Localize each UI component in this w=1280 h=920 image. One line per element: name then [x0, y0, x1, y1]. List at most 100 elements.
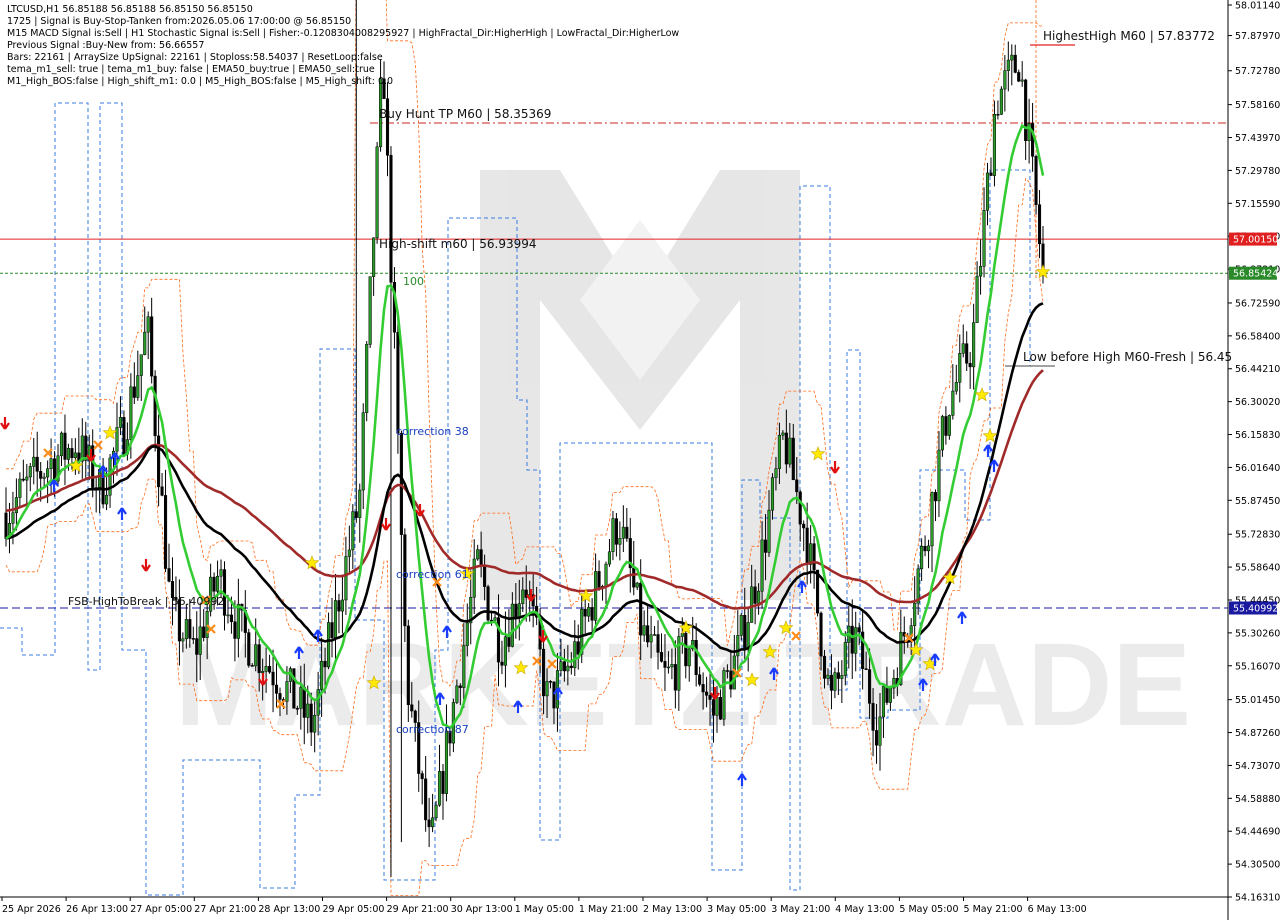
candle-body: [63, 432, 67, 460]
candle-body: [181, 638, 185, 642]
candle-body: [35, 456, 39, 472]
candle-body: [757, 590, 761, 604]
x-tick-label: 2 May 13:00: [643, 904, 702, 915]
candle-body: [590, 607, 594, 621]
candle-body: [274, 684, 279, 694]
candle-body: [396, 331, 400, 434]
candle-body: [548, 681, 553, 683]
candle-body: [233, 621, 237, 639]
candle-body: [958, 353, 962, 383]
candle-body: [472, 558, 476, 598]
candle-body: [212, 576, 216, 592]
candle-body: [562, 661, 566, 672]
candle-body: [850, 625, 854, 654]
candle-body: [153, 375, 157, 437]
candle-body: [354, 511, 358, 518]
candle-body: [625, 526, 629, 539]
candle-body: [372, 237, 376, 277]
candle-body: [614, 518, 618, 545]
candle-body: [812, 543, 816, 571]
candle-body: [961, 343, 965, 354]
candle-body: [857, 627, 861, 633]
candle-body: [635, 582, 639, 588]
candle-body: [718, 697, 723, 720]
correction-87-label: correction 87: [396, 723, 469, 736]
y-tick-label: 55.16070: [1235, 661, 1280, 672]
candle-body: [340, 599, 344, 612]
candle-body: [736, 635, 740, 657]
y-tick-label: 56.30020: [1235, 397, 1280, 408]
candle-body: [739, 614, 743, 636]
candle-body: [1013, 54, 1017, 73]
candle-body: [653, 634, 657, 636]
candle-body: [129, 386, 133, 440]
candle-body: [1034, 156, 1038, 205]
candle-body: [139, 354, 143, 376]
candle-body: [791, 437, 795, 481]
candle-body: [573, 641, 577, 669]
candle-body: [673, 664, 677, 691]
candle-body: [542, 648, 546, 697]
candle-body: [975, 275, 979, 323]
candle-body: [670, 664, 674, 668]
x-tick-label: 29 Apr 21:00: [387, 904, 449, 915]
buy-hunt-tp-label: Buy Hunt TP M60 | 58.35369: [379, 107, 551, 121]
candle-body: [146, 316, 150, 333]
candle-body: [722, 670, 726, 720]
y-tick-label: 56.72590: [1235, 298, 1280, 309]
y-tick-label: 55.58640: [1235, 563, 1280, 574]
candle-body: [278, 693, 282, 700]
candle-body: [427, 819, 431, 828]
candle-body: [462, 645, 466, 688]
candle-body: [604, 563, 608, 587]
candle-body: [1031, 123, 1035, 157]
candle-body: [330, 622, 334, 638]
candle-body: [184, 619, 188, 640]
candle-body: [375, 146, 379, 239]
candle-body: [802, 523, 806, 529]
candle-body: [684, 633, 688, 667]
candle-body: [160, 486, 164, 496]
price-tag-label: 55.40992: [1233, 603, 1278, 614]
candle-body: [434, 804, 438, 819]
price-chart[interactable]: MARKETZITRADE 58.0114057.8797057.7278057…: [0, 0, 1280, 920]
candle-body: [698, 674, 702, 685]
candle-body: [954, 382, 958, 392]
candle-body: [271, 671, 275, 686]
candle-body: [358, 489, 362, 518]
candle-body: [788, 437, 792, 465]
y-tick-label: 57.43970: [1235, 133, 1280, 144]
y-tick-label: 58.01140: [1235, 1, 1280, 12]
candle-body: [795, 479, 799, 493]
candle-body: [118, 417, 123, 428]
candle-body: [666, 666, 670, 669]
candle-body: [226, 614, 230, 617]
candle-body: [777, 434, 781, 469]
candle-body: [202, 626, 206, 638]
x-tick-label: 26 Apr 13:00: [66, 904, 128, 915]
candle-body: [21, 478, 25, 481]
info-line: LTCUSD,H1 56.85188 56.85188 56.85150 56.…: [7, 4, 253, 15]
candle-body: [205, 610, 209, 638]
candle-body: [122, 417, 126, 455]
candle-body: [826, 674, 830, 679]
candle-body: [774, 468, 778, 478]
candle-body: [365, 344, 369, 413]
candle-body: [313, 714, 317, 733]
candle-body: [257, 644, 261, 674]
y-tick-label: 54.16310: [1235, 893, 1280, 904]
x-tick-label: 27 Apr 05:00: [130, 904, 192, 915]
candle-body: [822, 655, 827, 679]
candle-body: [493, 617, 497, 621]
candle-body: [566, 665, 570, 672]
x-tick-label: 5 May 05:00: [899, 904, 958, 915]
candle-body: [503, 636, 507, 666]
candle-body: [1003, 70, 1007, 90]
candle-body: [143, 331, 147, 355]
info-line: tema_m1_sell: true | tema_m1_buy: false …: [7, 64, 375, 75]
candle-body: [458, 685, 462, 688]
candle-body: [663, 661, 667, 668]
info-line: 1725 | Signal is Buy-Stop-Tanken from:20…: [7, 16, 351, 27]
price-tag-label: 56.85424: [1233, 269, 1278, 280]
candle-body: [597, 571, 601, 588]
